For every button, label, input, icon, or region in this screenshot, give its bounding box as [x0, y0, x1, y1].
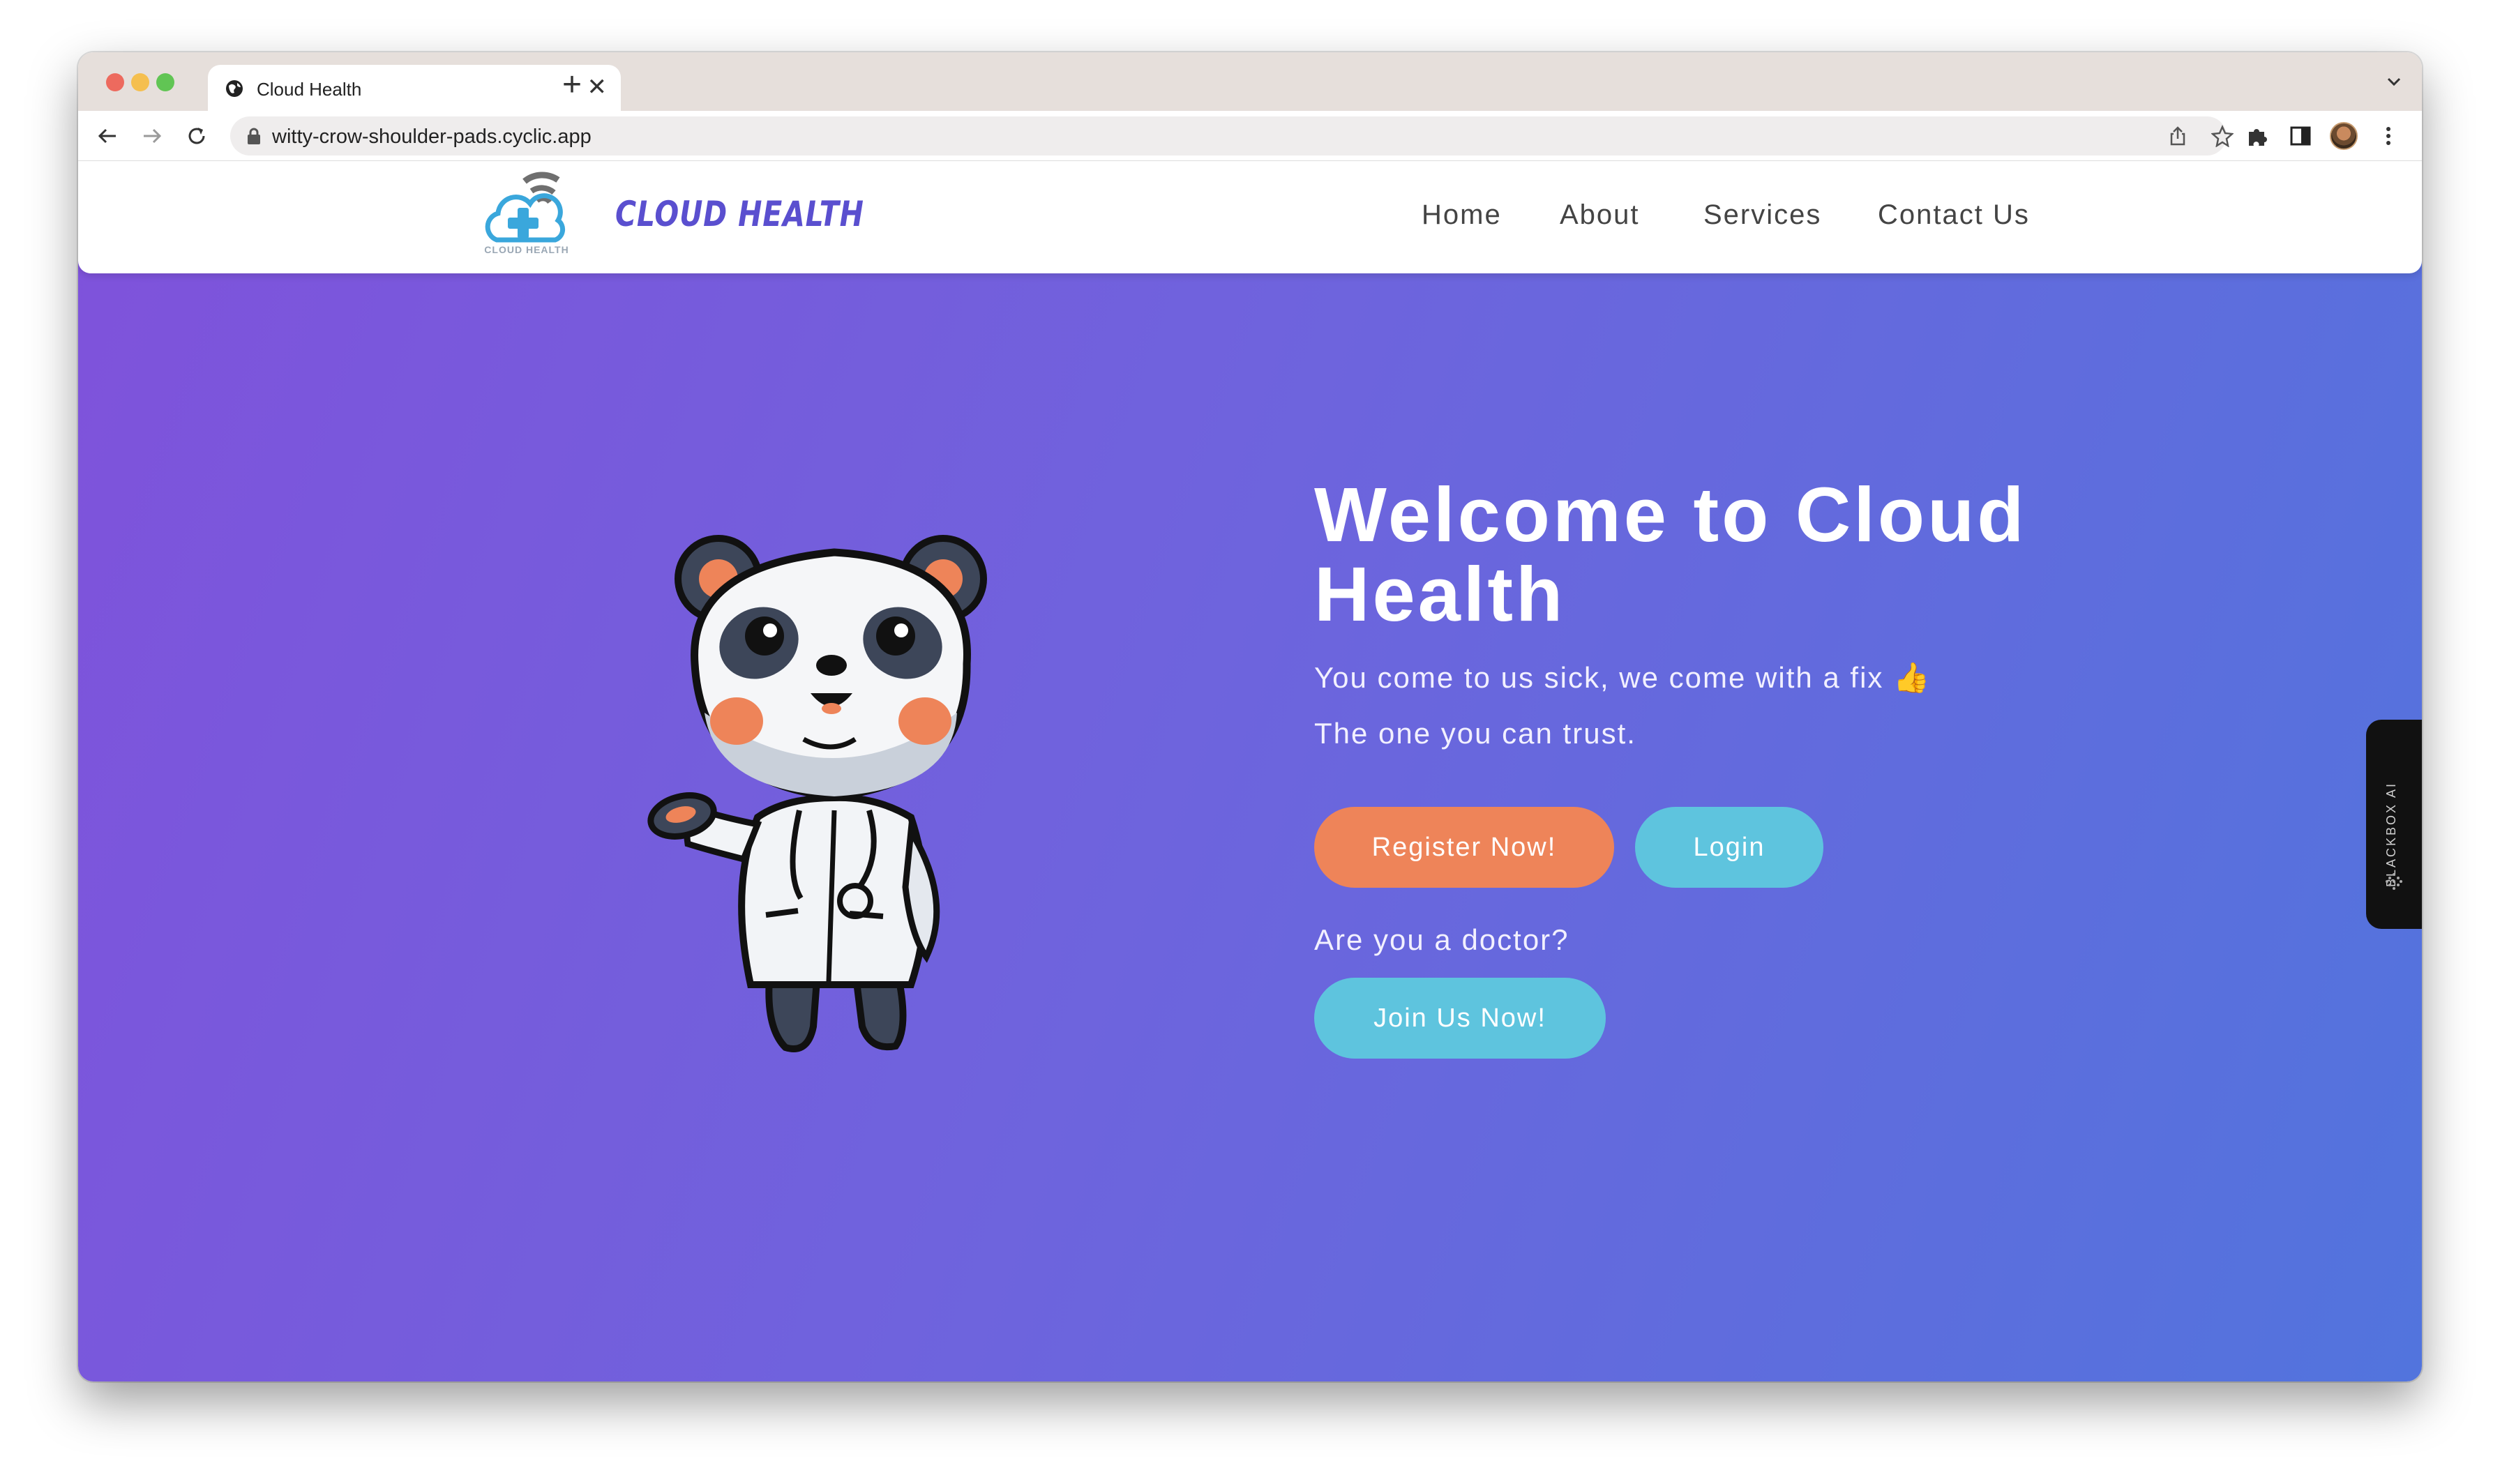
panda-doctor-illustration	[647, 535, 987, 1052]
tab-cloud-health[interactable]: Cloud Health ✕	[208, 65, 621, 111]
globe-icon	[226, 80, 243, 97]
minimize-window-button[interactable]	[131, 73, 149, 91]
nav-home[interactable]: Home	[1422, 199, 1502, 231]
side-panel-icon[interactable]	[2288, 123, 2313, 149]
star-icon[interactable]	[2211, 125, 2234, 147]
brand-name[interactable]: CLOUD HEALTH	[615, 194, 864, 234]
forward-arrow-icon[interactable]	[140, 123, 165, 149]
doctor-prompt: Are you a doctor?	[1314, 923, 1569, 956]
browser-window: Cloud Health ✕ + witty-crow-shoulder-pad…	[78, 52, 2422, 1381]
tab-title: Cloud Health	[257, 79, 362, 100]
logo-caption: CLOUD HEALTH	[484, 244, 569, 255]
new-tab-button[interactable]: +	[562, 68, 582, 103]
lock-icon[interactable]	[246, 127, 262, 145]
profile-avatar[interactable]	[2330, 122, 2358, 150]
reload-icon[interactable]	[184, 123, 209, 149]
register-button[interactable]: Register Now!	[1314, 807, 1614, 888]
hero-tagline: You come to us sick, we come with a fix …	[1314, 661, 1932, 694]
hero-title: Welcome to Cloud Health	[1314, 472, 2027, 637]
share-icon[interactable]	[2167, 125, 2189, 147]
nav-about[interactable]: About	[1560, 199, 1640, 231]
page-viewport: CLOUD HEALTH CLOUD HEALTH Home About Ser…	[78, 162, 2422, 1381]
tab-bar: Cloud Health ✕ +	[78, 52, 2422, 111]
url-text[interactable]: witty-crow-shoulder-pads.cyclic.app	[272, 126, 592, 149]
tab-close-icon[interactable]: ✕	[587, 73, 608, 101]
extensions-puzzle-icon[interactable]	[2245, 123, 2270, 149]
nav-services[interactable]: Services	[1703, 199, 1821, 231]
hero-subtagline: The one you can trust.	[1314, 717, 1636, 750]
blackbox-logo-icon	[2386, 873, 2402, 890]
chevron-down-icon[interactable]	[2383, 70, 2405, 93]
site-header: CLOUD HEALTH CLOUD HEALTH Home About Ser…	[78, 162, 2422, 273]
close-window-button[interactable]	[106, 73, 124, 91]
browser-toolbar: witty-crow-shoulder-pads.cyclic.app	[78, 111, 2422, 161]
login-button[interactable]: Login	[1635, 807, 1823, 888]
blackbox-ai-widget[interactable]: BLACKBOX AI	[2366, 720, 2422, 929]
address-bar[interactable]: witty-crow-shoulder-pads.cyclic.app	[230, 116, 2234, 156]
join-us-button[interactable]: Join Us Now!	[1314, 978, 1606, 1059]
nav-contact-us[interactable]: Contact Us	[1878, 199, 2030, 231]
back-arrow-icon[interactable]	[95, 123, 120, 149]
maximize-window-button[interactable]	[156, 73, 174, 91]
more-menu-icon[interactable]	[2376, 123, 2401, 149]
